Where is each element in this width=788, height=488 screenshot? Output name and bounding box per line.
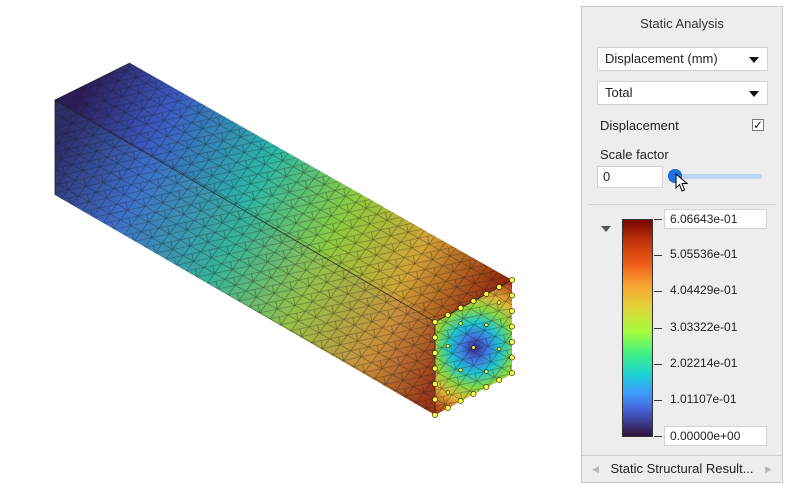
results-footer[interactable]: ◀ Static Structural Result... ▶: [582, 455, 782, 482]
legend-tick-label: 1.01107e-01: [670, 391, 737, 406]
legend-tick-label: 2.02214e-01: [670, 355, 738, 370]
legend-tick-mark: [654, 327, 662, 329]
component-value: Total: [605, 85, 633, 100]
fixed-support-marker: [444, 312, 451, 318]
collapse-arrow-icon[interactable]: [601, 226, 611, 232]
fixed-support-marker: [457, 305, 464, 311]
3d-viewport[interactable]: [0, 0, 580, 488]
chevron-left-icon[interactable]: ◀: [592, 456, 599, 482]
legend-tick-label: 3.03322e-01: [670, 319, 738, 334]
legend-tick-mark: [654, 436, 662, 437]
result-type-value: Displacement (mm): [605, 51, 718, 66]
fixed-support-marker: [445, 343, 450, 349]
fixed-support-marker: [509, 277, 515, 283]
fixed-support-marker: [497, 300, 502, 305]
fixed-support-marker: [432, 396, 438, 403]
fixed-support-marker: [509, 323, 515, 330]
legend-tick-mark: [654, 291, 662, 293]
fixed-support-marker: [509, 370, 515, 376]
legend-tick-mark: [654, 399, 662, 401]
legend-tick-mark: [654, 255, 662, 257]
fixed-support-marker: [484, 322, 489, 328]
fixed-support-marker: [496, 377, 503, 383]
legend-tick-label: 4.04429e-01: [670, 283, 738, 298]
displacement-label: Displacement: [600, 118, 679, 133]
fixed-support-marker: [509, 292, 515, 299]
chevron-right-icon[interactable]: ▶: [765, 456, 772, 482]
fixed-support-marker: [509, 339, 515, 345]
fixed-support-marker: [432, 334, 438, 341]
fixed-support-marker: [445, 390, 450, 395]
legend-tick-mark: [654, 363, 662, 365]
legend-tick-mark: [654, 219, 662, 220]
footer-label: Static Structural Result...: [610, 461, 754, 476]
fixed-support-marker: [483, 384, 490, 390]
panel-divider: [588, 204, 776, 205]
fixed-support-marker: [509, 308, 515, 314]
chevron-down-icon: [749, 91, 759, 97]
fixed-support-marker: [444, 405, 451, 411]
fixed-support-marker: [471, 345, 476, 350]
scale-factor-input[interactable]: 0: [597, 166, 663, 188]
legend-max-input[interactable]: 6.06643e-01: [664, 209, 767, 229]
legend-min-input[interactable]: 0.00000e+00: [664, 426, 767, 446]
panel-title: Static Analysis: [640, 16, 724, 31]
fixed-support-marker: [432, 412, 438, 418]
fixed-support-marker: [509, 354, 515, 361]
fixed-support-marker: [432, 319, 438, 325]
fixed-support-marker: [458, 321, 463, 326]
result-type-select[interactable]: Displacement (mm): [597, 47, 768, 71]
fixed-support-marker: [497, 346, 502, 352]
fixed-support-marker: [432, 365, 438, 372]
legend-tick-label: 5.05536e-01: [670, 247, 738, 262]
fixed-support-marker: [470, 298, 477, 304]
fixed-support-marker: [496, 284, 503, 290]
scale-factor-label: Scale factor: [600, 147, 669, 162]
color-legend-bar: [622, 219, 653, 437]
fixed-support-marker: [484, 369, 489, 374]
static-analysis-panel: Static Analysis Displacement (mm) Total …: [581, 6, 783, 483]
fixed-support-marker: [432, 350, 438, 356]
fixed-support-marker: [458, 367, 463, 373]
fixed-support-marker: [432, 381, 438, 387]
mouse-cursor-icon: [675, 173, 689, 192]
mesh-model[interactable]: [0, 0, 580, 488]
fixed-support-marker: [470, 391, 477, 397]
fixed-support-marker: [483, 291, 490, 297]
chevron-down-icon: [749, 57, 759, 63]
component-select[interactable]: Total: [597, 81, 768, 105]
fixed-support-marker: [457, 398, 464, 404]
displacement-checkbox[interactable]: ✓: [752, 119, 764, 131]
